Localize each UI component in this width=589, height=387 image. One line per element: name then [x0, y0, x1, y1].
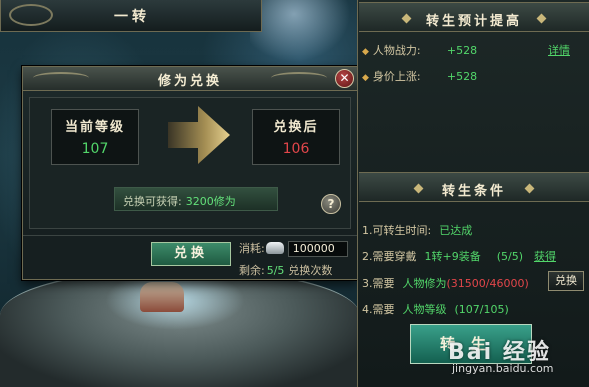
silver-ingot-icon [265, 242, 284, 254]
obtain-link[interactable]: 获得 [534, 248, 556, 264]
rebirth-tier-banner: 一转 [0, 0, 262, 32]
condition-time: 1.可转生时间: 已达成 [362, 222, 472, 238]
condition-status: 已达成 [439, 224, 473, 237]
stat-label: 人物战力: [372, 44, 421, 57]
after-level-box: 兑换后 106 [252, 109, 340, 165]
conditions-title: 转生条件 [441, 184, 506, 199]
condition-label: 2.需要穿戴 [362, 250, 417, 263]
stat-value: +528 [446, 44, 478, 57]
cost-row: 消耗: 100000 [239, 240, 348, 257]
preview-title: 转生预计提高 [425, 14, 522, 29]
watermark-url: jingyan.baidu.com [452, 362, 554, 375]
after-level-value: 106 [282, 141, 310, 157]
condition-progress: (107/105) [454, 303, 509, 316]
triangle-bullet-icon: ◆ [362, 73, 369, 83]
condition-label: 4.需要 [362, 303, 395, 316]
arrow-right-icon [168, 106, 230, 164]
condition-cultivation: 3.需要 人物修为(31500/46000) [362, 275, 529, 291]
condition-equipment: 2.需要穿戴 1转+9装备 (5/5) [362, 248, 523, 264]
stat-row-value: ◆ 身价上涨: +528 [362, 68, 477, 84]
current-level-value: 107 [81, 141, 109, 157]
remain-row: 剩余: 5/5 兑换次数 [239, 262, 332, 278]
character-figure [140, 282, 184, 312]
remain-label: 剩余: [239, 264, 265, 277]
condition-name: 人物修为 [402, 277, 447, 290]
remain-value: 5/5 [266, 264, 285, 277]
dialog-footer: 兑换 消耗: 100000 剩余: 5/5 兑换次数 [23, 235, 357, 279]
lightning-effect [250, 0, 360, 70]
condition-progress: (5/5) [496, 250, 524, 263]
remain-suffix: 兑换次数 [288, 264, 333, 277]
exchange-cultivation-button[interactable]: 兑换 [548, 271, 584, 291]
cost-value: 100000 [287, 241, 348, 257]
current-level-label: 当前等级 [64, 120, 125, 135]
condition-label: 3.需要 [362, 277, 395, 290]
after-level-label: 兑换后 [273, 120, 319, 135]
cost-label: 消耗: [239, 242, 265, 255]
details-link[interactable]: 详情 [548, 42, 570, 58]
gain-label: 兑换可获得: [123, 195, 182, 208]
gain-value: 3200修为 [185, 195, 236, 208]
condition-name: 人物等级 [402, 303, 447, 316]
triangle-bullet-icon: ◆ [362, 47, 369, 57]
preview-section-header: 转生预计提高 [359, 2, 589, 32]
condition-requirement: 1转+9装备 [424, 250, 481, 263]
condition-level: 4.需要 人物等级 (107/105) [362, 301, 509, 317]
stat-label: 身价上涨: [372, 70, 421, 83]
cultivation-exchange-dialog: 修为兑换 ✕ 当前等级 107 兑换后 106 兑换可获得: 3200修为 ? … [22, 66, 358, 280]
close-icon[interactable]: ✕ [335, 69, 354, 88]
conditions-section-header: 转生条件 [359, 172, 589, 202]
banner-title: 一转 [114, 9, 150, 25]
stat-row-power: ◆ 人物战力: +528 [362, 42, 477, 58]
dialog-header: 修为兑换 ✕ [23, 67, 357, 91]
stat-value: +528 [446, 70, 478, 83]
help-icon[interactable]: ? [321, 194, 341, 214]
condition-label: 1.可转生时间: [362, 224, 432, 237]
dialog-body: 当前等级 107 兑换后 106 兑换可获得: 3200修为 [29, 97, 351, 229]
dialog-title: 修为兑换 [157, 74, 222, 89]
condition-progress: (31500/46000) [446, 277, 529, 290]
exchange-button[interactable]: 兑换 [151, 242, 231, 266]
current-level-box: 当前等级 107 [51, 109, 139, 165]
gain-bar: 兑换可获得: 3200修为 [114, 187, 278, 211]
rebirth-panel: 转生预计提高 ◆ 人物战力: +528 详情 ◆ 身价上涨: +528 转生条件 1.可… [357, 0, 589, 387]
gain-text: 兑换可获得: 3200修为 [123, 193, 236, 209]
